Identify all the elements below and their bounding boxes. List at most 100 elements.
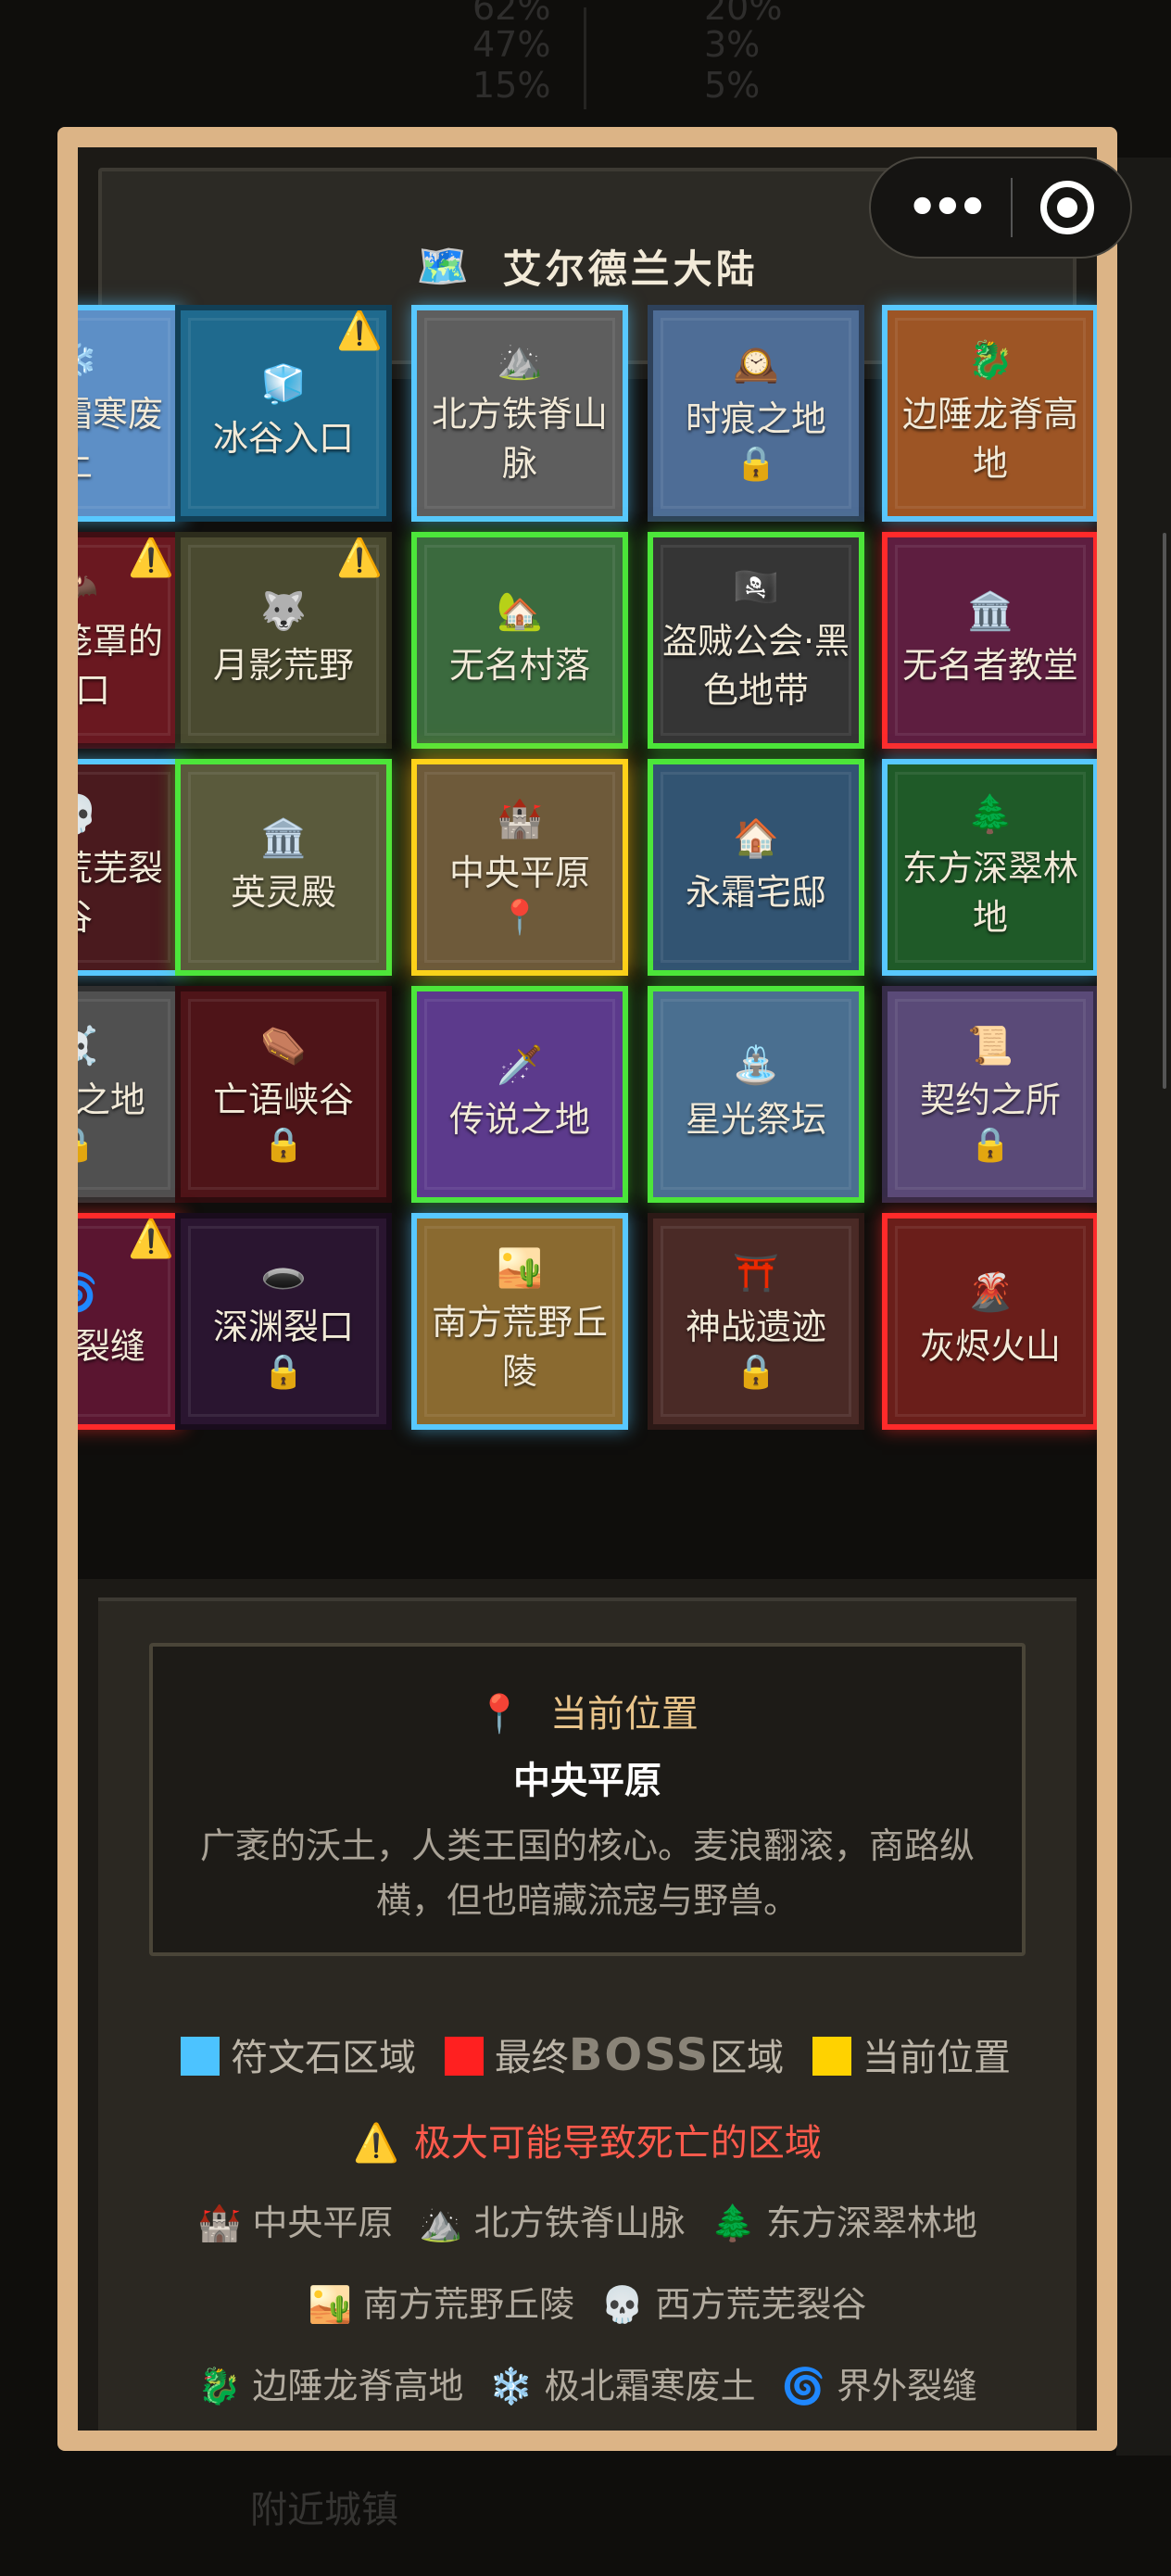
lock-icon: 🔒 — [262, 1353, 305, 1391]
map-title: 艾尔德兰大陆 — [502, 246, 759, 292]
map-tile[interactable]: 🐉 边陲龙脊高地 — [882, 305, 1097, 522]
map-tile[interactable]: 🏛️ 英灵殿 — [175, 759, 392, 976]
region-name: 传说之地 — [448, 1099, 590, 1141]
more-menu-button[interactable]: ••• — [907, 183, 988, 232]
current-location-heading: 📍 当前位置 — [153, 1684, 1022, 1737]
map-tile[interactable]: ⛰️ 北方铁脊山脉 — [411, 305, 628, 522]
map-tile[interactable]: ☠️ 白骨之地 🔒 — [78, 986, 183, 1203]
region-grid: ❄️ 极北霜寒废土 ⚠️ 🧊 冰谷入口 ⛰️ 北方铁脊山脉 🕰️ 时痕之地 🔒 🐉 边陲龙脊高地 ⚠️ 🦇… — [78, 305, 1097, 1579]
legend-boss-suffix: 区域 — [710, 2037, 785, 2079]
region-icon: ⛩️ — [733, 1251, 779, 1294]
map-tile[interactable]: ⛲ 星光祭坛 — [648, 986, 864, 1203]
pin-icon: 📍 — [476, 1693, 523, 1736]
map-tile[interactable]: 💀 西方荒芜裂谷 — [78, 759, 183, 976]
map-tile[interactable]: ⛩️ 神战遗迹 🔒 — [648, 1213, 864, 1430]
region-name: 西方荒芜裂谷 — [655, 2284, 867, 2325]
region-icon: ☠️ — [78, 1024, 98, 1068]
region-name: 契约之所 — [919, 1079, 1061, 1120]
warning-icon: ⚠️ — [128, 537, 174, 579]
region-name: 中央平原 — [448, 852, 590, 893]
map-tile[interactable]: 🗡️ 传说之地 — [411, 986, 628, 1203]
map-tile[interactable]: 🏠 永霜宅邸 — [648, 759, 864, 976]
region-icon: 🏜️ — [308, 2284, 352, 2325]
map-tile[interactable]: ❄️ 极北霜寒废土 — [78, 305, 183, 522]
map-tile[interactable]: ⚠️ 🧊 冰谷入口 — [175, 305, 392, 522]
lock-icon: 🔒 — [969, 1126, 1012, 1164]
region-name: 界外裂缝 — [78, 1326, 145, 1368]
region-icon: 🧊 — [260, 363, 307, 407]
map-tile[interactable]: ⚠️ 🐺 月影荒野 — [175, 532, 392, 749]
region-icon: 🏜️ — [497, 1246, 543, 1290]
danger-note: ⚠️ 极大可能导致死亡的区域 — [98, 2113, 1077, 2166]
lock-icon: 🔒 — [78, 1125, 95, 1165]
region-icon: 🌲 — [711, 2203, 755, 2243]
region-list-item: 🏰 中央平原 — [197, 2203, 393, 2243]
region-list-item: 🌲 东方深翠林地 — [711, 2203, 977, 2243]
region-icon: 🐉 — [967, 338, 1014, 382]
bg-divider — [584, 7, 586, 109]
region-icon: 🏰 — [196, 2203, 242, 2243]
region-icon: 🏠 — [733, 817, 779, 861]
region-name: 南方荒野丘陵 — [362, 2284, 574, 2325]
region-icon: 🕰️ — [733, 343, 779, 386]
region-name: 英灵殿 — [230, 872, 336, 914]
region-name: 月影荒野 — [212, 645, 354, 687]
warning-icon: ⚠️ — [336, 537, 383, 579]
region-name: 东方深翠林地 — [766, 2203, 978, 2243]
region-name: 南方荒野丘陵 — [431, 1301, 608, 1392]
lock-icon: 🔒 — [735, 1353, 777, 1391]
region-icon: ⛰️ — [497, 338, 543, 382]
map-tile[interactable]: ⚠️ 🌀 界外裂缝 — [78, 1213, 183, 1430]
map-grid-area: ❄️ 极北霜寒废土 ⚠️ 🧊 冰谷入口 ⛰️ 北方铁脊山脉 🕰️ 时痕之地 🔒 🐉 边陲龙脊高地 ⚠️ 🦇… — [78, 305, 1097, 1579]
map-tile[interactable]: 🏴‍☠️ 盗贼公会·黑色地带 — [648, 532, 864, 749]
legend-boss-prefix: 最终 — [494, 2037, 569, 2079]
lock-icon: 🔒 — [735, 445, 777, 483]
region-icon: ⚰️ — [260, 1024, 307, 1067]
region-list-item: 💀 西方荒芜裂谷 — [600, 2284, 866, 2325]
scrollbar[interactable] — [1163, 533, 1166, 1089]
pin-icon: 📍 — [498, 899, 541, 937]
region-name: 东方深翠林地 — [901, 847, 1078, 938]
current-location-box: 📍 当前位置 中央平原 广袤的沃土，人类王国的核心。麦浪翻滚，商路纵横，但也暗藏流… — [149, 1643, 1026, 1956]
warning-icon: ⚠️ — [336, 309, 383, 352]
region-icon: 🏰 — [497, 797, 543, 840]
legend-boss-word: BOSS — [568, 2029, 711, 2081]
map-tile[interactable]: 🏡 无名村落 — [411, 532, 628, 749]
close-target-button[interactable] — [1039, 181, 1094, 234]
boss-swatch — [444, 2037, 484, 2076]
map-tile[interactable]: 📜 契约之所 🔒 — [882, 986, 1097, 1203]
region-list-item: 🐉 边陲龙脊高地 — [197, 2366, 463, 2406]
region-icon: 🏛️ — [260, 817, 307, 861]
background-stats: 62% 47% 15% 20% 3% 5% — [0, 0, 1171, 130]
capsule-divider — [1010, 178, 1013, 237]
map-tile[interactable]: ⚠️ 🦇 血雾笼罩的隘口 — [78, 532, 183, 749]
danger-text: 极大可能导致死亡的区域 — [413, 2122, 822, 2165]
map-tile[interactable]: ⚰️ 亡语峡谷 🔒 — [175, 986, 392, 1203]
current-location-description: 广袤的沃土，人类王国的核心。麦浪翻滚，商路纵横，但也暗藏流寇与野兽。 — [199, 1825, 975, 1921]
region-name: 边陲龙脊高地 — [901, 393, 1078, 484]
region-name: 西方荒芜裂谷 — [78, 847, 163, 938]
region-icon: ⛲ — [733, 1044, 779, 1088]
map-tile[interactable]: 🕳️ 深渊裂口 🔒 — [175, 1213, 392, 1430]
map-tile[interactable]: 🌲 东方深翠林地 — [882, 759, 1097, 976]
region-name: 亡语峡谷 — [212, 1079, 354, 1120]
region-name: 界外裂缝 — [837, 2366, 978, 2406]
map-tile[interactable]: 🏰 中央平原 📍 — [411, 759, 628, 976]
region-icon: 🏛️ — [967, 590, 1014, 634]
region-name: 神战遗迹 — [685, 1306, 826, 1347]
region-name: 冰谷入口 — [212, 418, 354, 460]
info-panel: 📍 当前位置 中央平原 广袤的沃土，人类王国的核心。麦浪翻滚，商路纵横，但也暗藏流… — [98, 1597, 1077, 2431]
map-tile[interactable]: 🏜️ 南方荒野丘陵 — [411, 1213, 628, 1430]
region-icon: 🌀 — [781, 2366, 825, 2406]
map-tile[interactable]: 🕰️ 时痕之地 🔒 — [648, 305, 864, 522]
rune-swatch — [181, 2037, 220, 2076]
region-icon: 🌲 — [967, 792, 1014, 836]
region-icon: 🐺 — [260, 590, 307, 634]
region-name: 极北霜寒废土 — [78, 393, 163, 484]
map-tile[interactable]: 🏛️ 无名者教堂 — [882, 532, 1097, 749]
region-icon: 🏡 — [497, 590, 543, 634]
region-icon: 🏴‍☠️ — [733, 565, 779, 609]
region-row: 🏜️ 南方荒野丘陵 💀 西方荒芜裂谷 — [98, 2276, 1077, 2327]
region-icon: 🕳️ — [260, 1251, 307, 1294]
map-tile[interactable]: 🌋 灰烬火山 — [882, 1213, 1097, 1430]
